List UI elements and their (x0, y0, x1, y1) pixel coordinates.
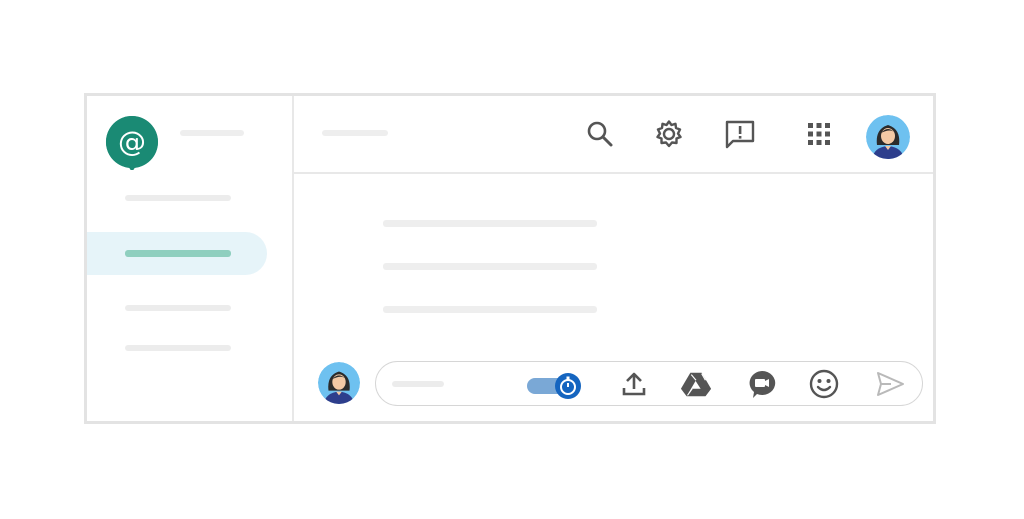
message-line (383, 220, 597, 227)
sidebar-item-2-active[interactable] (87, 232, 267, 275)
drive-icon[interactable] (680, 368, 712, 400)
upload-icon[interactable] (618, 368, 650, 400)
app-window: @ (84, 93, 936, 424)
feedback-icon[interactable] (724, 118, 756, 150)
sidebar-item-label (125, 345, 231, 351)
message-input[interactable] (392, 381, 444, 387)
app-name-placeholder (180, 130, 244, 136)
room-title (322, 130, 388, 136)
sidebar-item-label (125, 195, 231, 201)
sidebar-item-label (125, 305, 231, 311)
account-avatar[interactable] (866, 115, 910, 159)
message-line (383, 263, 597, 270)
send-icon[interactable] (874, 368, 906, 400)
svg-text:@: @ (118, 125, 146, 158)
sidebar-item-3[interactable] (87, 287, 267, 330)
sidebar-item-label (125, 250, 231, 257)
composer-avatar (318, 362, 360, 404)
history-toggle[interactable] (526, 372, 584, 399)
apps-grid-icon[interactable] (803, 118, 835, 150)
sidebar-item-1[interactable] (87, 177, 267, 220)
emoji-icon[interactable] (808, 368, 840, 400)
message-composer[interactable] (375, 361, 923, 406)
message-line (383, 306, 597, 313)
meet-icon[interactable] (746, 368, 778, 400)
sidebar-item-4[interactable] (87, 327, 267, 370)
header-bar (294, 96, 933, 174)
search-icon[interactable] (584, 118, 616, 150)
chat-logo-icon[interactable]: @ (104, 114, 160, 172)
gear-icon[interactable] (653, 118, 685, 150)
sidebar: @ (87, 96, 294, 421)
main-panel (294, 96, 933, 421)
